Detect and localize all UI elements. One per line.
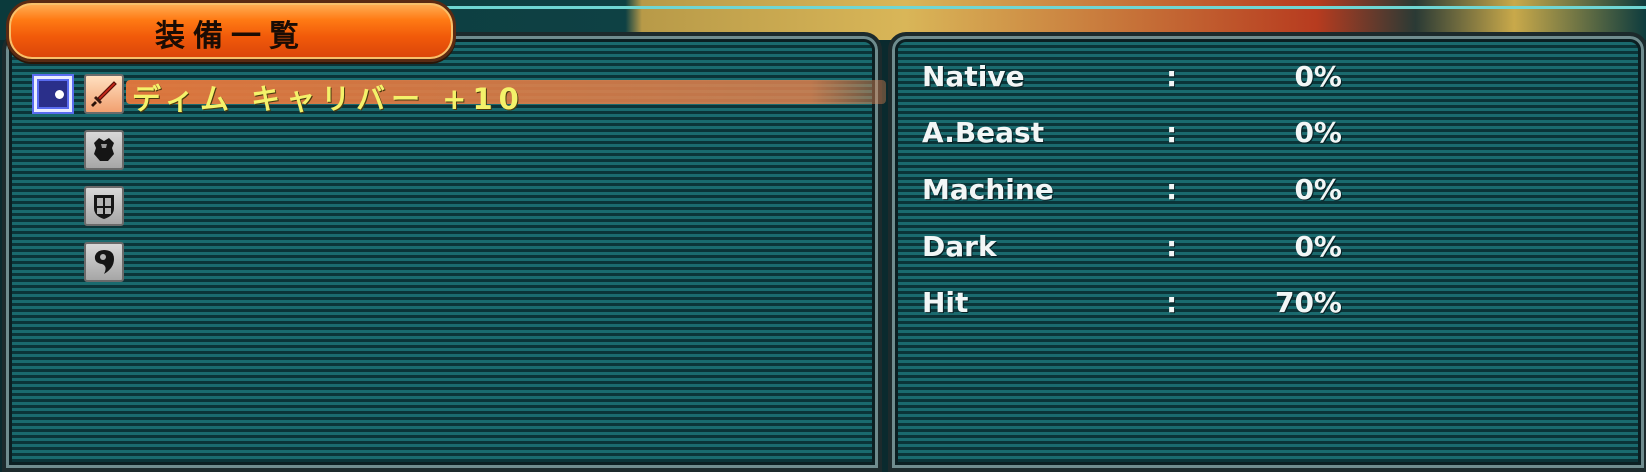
stat-label: Hit: [922, 286, 969, 319]
unit-icon: [84, 242, 124, 282]
stat-separator: :: [1166, 60, 1178, 93]
shield-icon: [84, 186, 124, 226]
equip-row-weapon[interactable]: ディム キャリバー +10: [34, 72, 886, 116]
stat-label: A.Beast: [922, 116, 1045, 149]
stat-separator: :: [1166, 116, 1178, 149]
equip-row-armor[interactable]: [34, 128, 134, 172]
selection-cursor: [34, 76, 72, 112]
sword-icon: [84, 74, 124, 114]
stat-row-machine: Machine : 0%: [922, 173, 1362, 213]
title-tab: 装備一覧: [6, 0, 456, 62]
equip-row-shield[interactable]: [34, 184, 134, 228]
stat-value: 0%: [1294, 60, 1342, 93]
stat-row-hit: Hit : 70%: [922, 286, 1362, 326]
stat-separator: :: [1166, 173, 1178, 206]
armor-icon: [84, 130, 124, 170]
stat-value: 0%: [1294, 230, 1342, 263]
stat-label: Machine: [922, 173, 1054, 206]
window-title: 装備一覧: [155, 19, 307, 54]
equip-name-weapon: ディム キャリバー +10: [132, 82, 525, 116]
stat-row-dark: Dark : 0%: [922, 230, 1362, 270]
top-rail: [440, 6, 1646, 9]
stat-separator: :: [1166, 286, 1178, 319]
stat-separator: :: [1166, 230, 1178, 263]
stat-value: 0%: [1294, 173, 1342, 206]
stat-label: Native: [922, 60, 1025, 93]
stat-row-a-beast: A.Beast : 0%: [922, 116, 1362, 156]
stat-row-native: Native : 0%: [922, 60, 1362, 100]
stat-label: Dark: [922, 230, 997, 263]
stat-value: 0%: [1294, 116, 1342, 149]
stat-value: 70%: [1274, 286, 1342, 319]
equip-row-unit[interactable]: [34, 240, 134, 284]
